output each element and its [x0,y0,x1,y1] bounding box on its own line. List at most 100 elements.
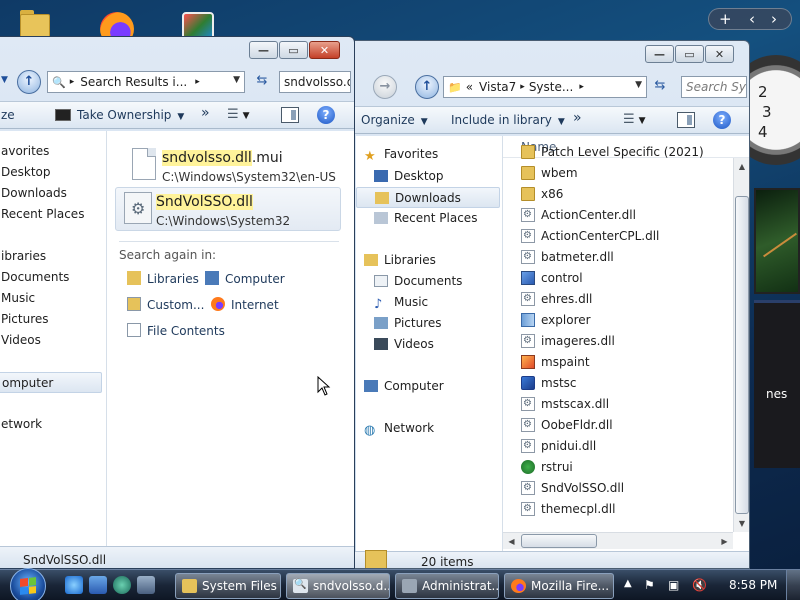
nav-documents[interactable]: Documents [356,271,502,292]
chevron-down-icon[interactable]: ▼ [233,75,240,85]
up-button[interactable]: ↑ [17,70,41,94]
internet-explorer-icon[interactable] [65,576,83,594]
volume-muted-icon[interactable]: 🔇 [692,578,707,592]
file-row[interactable]: ActionCenter.dll [521,204,636,226]
search-again-computer[interactable]: Computer [205,271,285,286]
nav-downloads[interactable]: Downloads [0,183,106,204]
feed-gadget[interactable]: nes [754,300,800,468]
view-options-icon[interactable]: ☰ ▼ [227,107,250,123]
horizontal-scrollbar[interactable]: ◀ ▶ [503,532,733,549]
taskbar-administrator[interactable]: Administrat... [395,573,499,599]
scroll-left-arrow-icon[interactable]: ◀ [503,533,520,550]
nav-music[interactable]: ♪ Music [356,292,502,313]
maximize-button[interactable]: ▭ [675,45,704,63]
forward-button[interactable]: → [373,75,397,99]
breadcrumb-search-results[interactable]: Search Results i... [80,75,187,89]
taskbar-system-files[interactable]: System Files [175,573,281,599]
address-chevron[interactable]: « [466,80,473,94]
organize-menu[interactable]: Organize ▼ [361,113,428,127]
start-button[interactable] [10,568,46,600]
file-row[interactable]: mstsc [521,373,577,394]
breadcrumb-arrow-icon[interactable]: ▸ [195,77,200,87]
refresh-icon[interactable]: ⇆ [251,71,273,93]
scroll-thumb[interactable] [521,534,597,548]
nav-downloads[interactable]: Downloads [356,187,500,208]
breadcrumb-vista7[interactable]: Vista7 [479,80,516,94]
search-again-file-contents[interactable]: File Contents [127,323,225,338]
breadcrumb-arrow-icon[interactable]: ▸ [70,77,75,87]
nav-documents[interactable]: Documents [0,267,106,288]
nav-network[interactable]: ◍ Network [356,418,502,439]
scroll-down-arrow-icon[interactable]: ▼ [734,515,749,532]
add-gadget-button[interactable]: + [719,10,732,28]
search-again-internet[interactable]: Internet [211,297,279,312]
network-icon[interactable]: ▣ [668,578,682,592]
file-row[interactable]: explorer [521,310,591,331]
file-row[interactable]: mspaint [521,352,590,373]
nav-pictures[interactable]: Pictures [0,309,106,330]
nav-desktop[interactable]: Desktop [0,162,106,183]
close-button[interactable]: ✕ [309,41,340,59]
organize-menu[interactable]: ze [1,108,15,122]
taskbar-mozilla-firefox[interactable]: Mozilla Fire... [504,573,614,599]
up-button[interactable]: ↑ [415,75,439,99]
file-row[interactable]: control [521,268,583,289]
nav-videos[interactable]: Videos [0,330,106,351]
nav-recent-places[interactable]: Recent Places [0,204,106,225]
nav-music[interactable]: Music [0,288,106,309]
file-row[interactable]: rstrui [521,457,573,478]
more-commands-button[interactable]: » [201,105,210,121]
search-again-custom[interactable]: Custom... [127,297,204,312]
tray-expand-icon[interactable]: ▲ [624,578,638,592]
nav-network[interactable]: etwork [0,414,106,435]
minimize-button[interactable]: — [645,45,674,63]
vertical-scrollbar[interactable]: ▲ ▼ [733,158,749,532]
nav-videos[interactable]: Videos [356,334,502,355]
file-row[interactable]: ehres.dll [521,288,592,310]
show-desktop-icon[interactable] [89,576,107,594]
help-icon[interactable]: ? [317,106,335,124]
file-row[interactable]: mstscax.dll [521,393,609,415]
address-bar[interactable]: 🔍 ▸ Search Results i... ▸ ▼ [47,71,245,93]
nav-recent-places[interactable]: Recent Places [356,208,502,229]
file-row[interactable]: imageres.dll [521,330,615,352]
nav-computer[interactable]: Computer [356,376,502,397]
close-button[interactable]: ✕ [705,45,734,63]
slideshow-gadget[interactable] [754,188,800,294]
app-quicklaunch-icon[interactable] [137,576,155,594]
take-ownership-menu[interactable]: Take Ownership ▼ [55,108,184,122]
file-row[interactable]: pnidui.dll [521,435,596,457]
prev-gadget-button[interactable]: ‹ [749,10,755,28]
refresh-icon[interactable]: ⇆ [649,76,671,98]
file-row[interactable]: ActionCenterCPL.dll [521,225,659,247]
maximize-button[interactable]: ▭ [279,41,308,59]
file-row[interactable]: batmeter.dll [521,246,614,268]
search-input[interactable]: Search Syst [681,76,747,98]
more-commands-button[interactable]: » [573,110,582,126]
breadcrumb-arrow-icon[interactable]: ▸ [579,82,584,92]
nav-favorites[interactable]: avorites [0,141,106,162]
file-row[interactable]: SndVolSSO.dll [521,477,624,499]
scroll-up-arrow-icon[interactable]: ▲ [734,158,749,175]
next-gadget-button[interactable]: › [771,10,777,28]
taskbar-search-results[interactable]: 🔍 sndvolsso.d... [286,573,390,599]
scroll-right-arrow-icon[interactable]: ▶ [716,533,733,550]
minimize-button[interactable]: — [249,41,278,59]
nav-computer[interactable]: omputer [0,372,102,393]
search-again-libraries[interactable]: Libraries [127,271,199,286]
nav-libraries[interactable]: Libraries [356,250,502,271]
preview-pane-icon[interactable] [281,107,299,123]
file-row[interactable]: x86 [521,184,563,205]
breadcrumb-arrow-icon[interactable]: ▸ [520,82,525,92]
preview-pane-icon[interactable] [677,112,695,128]
view-options-icon[interactable]: ☰ ▼ [623,112,646,128]
show-desktop-button[interactable] [786,570,800,600]
file-row[interactable]: themecpl.dll [521,498,615,520]
breadcrumb-system[interactable]: Syste... [529,80,574,94]
help-icon[interactable]: ? [713,111,731,129]
nav-pictures[interactable]: Pictures [356,313,502,334]
search-input[interactable]: sndvolsso.d [279,71,351,93]
search-result-item-selected[interactable]: ⚙ SndVolSSO.dll C:\Windows\System32 [115,187,341,231]
action-center-flag-icon[interactable]: ⚑ [644,578,658,592]
nav-libraries[interactable]: ibraries [0,246,106,267]
